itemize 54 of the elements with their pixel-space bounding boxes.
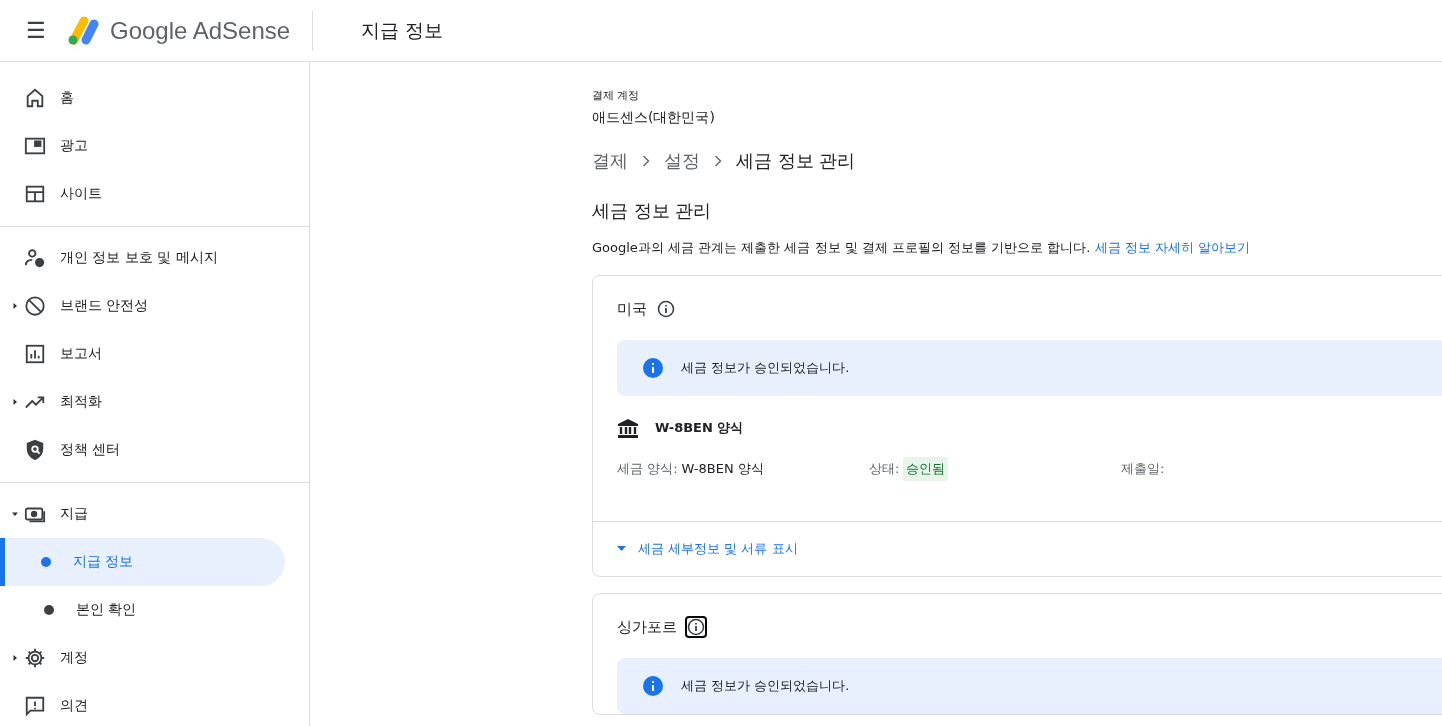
shield-search-icon	[24, 439, 46, 461]
block-icon	[24, 295, 46, 317]
learn-more-link[interactable]: 세금 정보 자세히 알아보기	[1094, 240, 1250, 255]
field-label: 세금 양식:	[617, 460, 678, 478]
product-name: Google AdSense	[110, 16, 291, 45]
home-icon	[24, 87, 46, 109]
sidebar-item[interactable]: 개인 정보 보호 및 메시지	[0, 234, 309, 282]
sidebar-item[interactable]: 홈	[0, 74, 309, 122]
settings-icon	[24, 647, 46, 669]
dot-icon	[44, 605, 54, 615]
caret-icon	[617, 546, 626, 552]
info-icon[interactable]	[685, 616, 707, 638]
layout-icon	[24, 183, 46, 205]
field-value: W-8BEN 양식	[681, 460, 764, 478]
breadcrumb-item[interactable]: 결제	[592, 149, 628, 173]
sidebar-item[interactable]: 광고	[0, 122, 309, 170]
show-details-link[interactable]: 세금 세부정보 및 서류 표시	[617, 540, 798, 558]
sidebar-item[interactable]: 사이트	[0, 170, 309, 218]
chevron-icon	[642, 155, 650, 167]
chevron-icon	[714, 155, 722, 167]
sidebar-item[interactable]: 최적화	[0, 378, 309, 426]
sidebar-item[interactable]: 지급	[0, 490, 309, 538]
dot-icon	[41, 557, 51, 567]
menu-button[interactable]: ☰	[22, 17, 50, 44]
bar-chart-icon	[24, 343, 46, 365]
form-title: W-8BEN 양식	[655, 419, 744, 437]
account-name: 애드센스(대한민국)	[592, 109, 716, 127]
sidebar-item[interactable]: 정책 센터	[0, 426, 309, 474]
bank-icon	[617, 418, 639, 438]
logo-icon	[66, 15, 100, 46]
field-label: 상태:	[869, 460, 900, 478]
breadcrumb-item: 세금 정보 관리	[736, 149, 856, 173]
notice-text: 세금 정보가 승인되었습니다.	[681, 677, 850, 695]
sidebar-item[interactable]: 보고서	[0, 330, 309, 378]
sidebar-subitem[interactable]: 본인 확인	[3, 586, 288, 634]
section-heading: 세금 정보 관리	[592, 199, 713, 223]
country-name: 싱가포르	[617, 617, 677, 637]
country-name: 미국	[617, 299, 647, 319]
page-title: 지급 정보	[361, 17, 444, 43]
status-badge: 승인됨	[903, 457, 949, 481]
notice-text: 세금 정보가 승인되었습니다.	[681, 359, 850, 377]
sidebar-subitem[interactable]: 지급 정보	[0, 538, 285, 586]
sidebar-item[interactable]: 계정	[0, 634, 309, 682]
account-caption: 결제 계정	[592, 88, 641, 103]
breadcrumb-item[interactable]: 설정	[664, 149, 700, 173]
description-text: Google과의 세금 관계는 제출한 세금 정보 및 결제 프로필의 정보를 기반으로 합니다. 세금 정보 자세히 알아보기	[592, 239, 1251, 257]
field-label: 제출일:	[1121, 460, 1165, 478]
info-icon	[643, 358, 663, 378]
ad-frame-icon	[24, 135, 46, 157]
feedback-icon	[24, 695, 46, 717]
sidebar-item[interactable]: 브랜드 안전성	[0, 282, 309, 330]
sidebar-item[interactable]: 의견	[0, 682, 309, 726]
info-icon[interactable]	[655, 298, 677, 320]
info-icon	[643, 676, 663, 696]
